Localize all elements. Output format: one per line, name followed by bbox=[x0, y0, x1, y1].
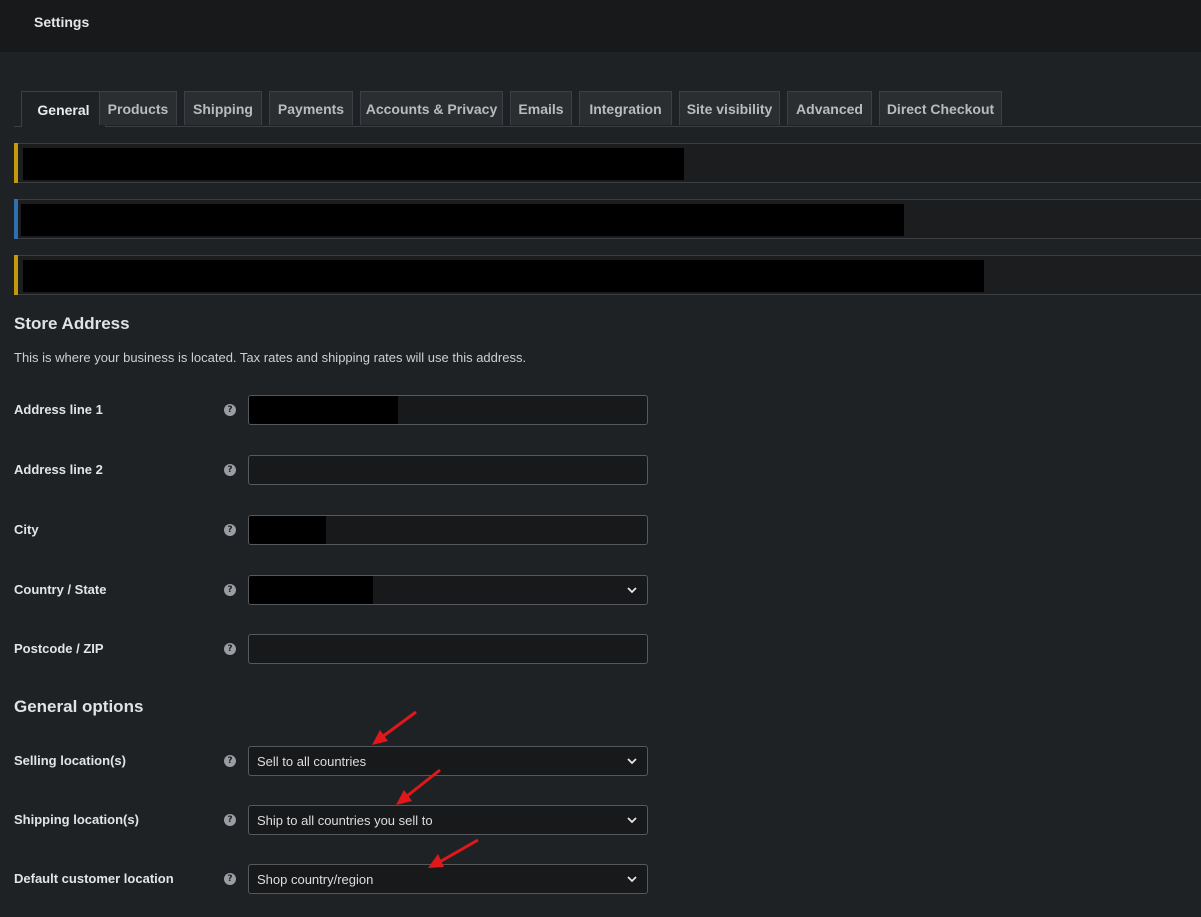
address-line-2-input[interactable] bbox=[248, 455, 648, 485]
country-state-label: Country / State bbox=[14, 582, 107, 597]
store-address-description: This is where your business is located. … bbox=[14, 350, 527, 365]
default-customer-location-label: Default customer location bbox=[14, 871, 174, 886]
help-icon[interactable]: ? bbox=[224, 464, 236, 476]
city-input[interactable] bbox=[248, 515, 648, 545]
help-icon[interactable]: ? bbox=[224, 814, 236, 826]
address-line-1-input[interactable] bbox=[248, 395, 648, 425]
selected-value: Sell to all countries bbox=[257, 754, 367, 769]
notice-3 bbox=[14, 255, 1201, 295]
redacted-text bbox=[23, 148, 684, 180]
redacted-value bbox=[249, 396, 398, 424]
postcode-input[interactable] bbox=[248, 634, 648, 664]
tab-integration[interactable]: Integration bbox=[579, 91, 672, 125]
notice-accent bbox=[14, 199, 18, 239]
help-icon[interactable]: ? bbox=[224, 584, 236, 596]
tab-emails[interactable]: Emails bbox=[510, 91, 572, 125]
address-line-1-label: Address line 1 bbox=[14, 402, 103, 417]
annotation-arrow-icon bbox=[428, 838, 479, 868]
help-icon[interactable]: ? bbox=[224, 524, 236, 536]
redacted-value bbox=[249, 576, 373, 604]
tab-general[interactable]: General bbox=[21, 91, 106, 127]
notice-1 bbox=[14, 143, 1201, 183]
redacted-text bbox=[21, 204, 904, 236]
store-address-heading: Store Address bbox=[14, 314, 130, 333]
chevron-down-icon bbox=[627, 758, 637, 765]
annotation-arrow-icon bbox=[372, 710, 417, 745]
tab-payments[interactable]: Payments bbox=[269, 91, 353, 125]
selected-value: Shop country/region bbox=[257, 872, 374, 887]
help-icon[interactable]: ? bbox=[224, 643, 236, 655]
redacted-text bbox=[23, 260, 984, 292]
tab-accounts-privacy[interactable]: Accounts & Privacy bbox=[360, 91, 503, 125]
tab-shipping[interactable]: Shipping bbox=[184, 91, 262, 125]
country-state-select[interactable] bbox=[248, 575, 648, 605]
help-icon[interactable]: ? bbox=[224, 404, 236, 416]
postcode-label: Postcode / ZIP bbox=[14, 641, 104, 656]
city-label: City bbox=[14, 522, 39, 537]
tab-site-visibility[interactable]: Site visibility bbox=[679, 91, 780, 125]
shipping-locations-label: Shipping location(s) bbox=[14, 812, 139, 827]
selling-locations-label: Selling location(s) bbox=[14, 753, 126, 768]
chevron-down-icon bbox=[627, 587, 637, 594]
notice-accent bbox=[14, 255, 18, 295]
settings-tabs: General Products Shipping Payments Accou… bbox=[14, 91, 1201, 127]
tab-advanced[interactable]: Advanced bbox=[787, 91, 872, 125]
chevron-down-icon bbox=[627, 876, 637, 883]
notice-2 bbox=[14, 199, 1201, 239]
notice-accent bbox=[14, 143, 18, 183]
tab-direct-checkout[interactable]: Direct Checkout bbox=[879, 91, 1002, 125]
address-line-2-label: Address line 2 bbox=[14, 462, 103, 477]
redacted-value bbox=[249, 516, 326, 544]
help-icon[interactable]: ? bbox=[224, 873, 236, 885]
page-title: Settings bbox=[34, 14, 90, 30]
top-bar: Settings bbox=[0, 0, 1201, 52]
help-icon[interactable]: ? bbox=[224, 755, 236, 767]
selected-value: Ship to all countries you sell to bbox=[257, 813, 433, 828]
tab-products[interactable]: Products bbox=[99, 91, 177, 125]
chevron-down-icon bbox=[627, 817, 637, 824]
general-options-heading: General options bbox=[14, 697, 144, 716]
annotation-arrow-icon bbox=[396, 768, 441, 805]
